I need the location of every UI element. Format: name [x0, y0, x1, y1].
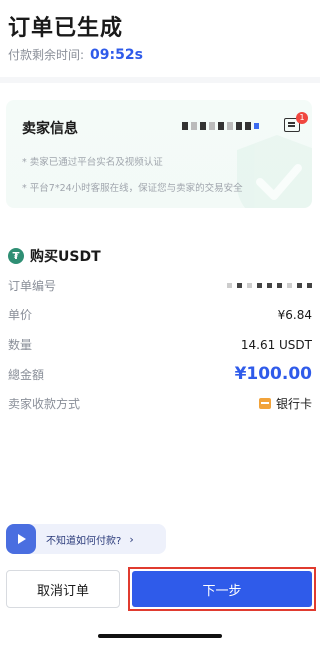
chat-badge: 1 [296, 112, 308, 124]
payment-method-label: 卖家收款方式 [8, 397, 81, 411]
timer-value: 09:52s [90, 46, 143, 63]
timer-label: 付款剩余时间: [8, 48, 85, 62]
order-number-masked[interactable] [227, 283, 312, 288]
seller-note: * 平台7*24小时客服在线，保证您与卖家的交易安全 [22, 183, 243, 194]
seller-note: * 卖家已通过平台实名及视频认证 [22, 157, 163, 168]
bank-card-icon [258, 398, 271, 409]
seller-name-masked [182, 122, 259, 130]
payment-help-text: 不知道如何付款? [46, 535, 122, 547]
section-divider [0, 77, 320, 83]
payment-help-button[interactable]: 不知道如何付款? › [6, 524, 166, 554]
price-row: 单价 ¥6.84 [8, 306, 312, 323]
order-title: 购买USDT [30, 249, 101, 265]
home-indicator [98, 634, 222, 638]
total-value: ¥100.00 [234, 364, 312, 384]
total-label: 總金額 [8, 367, 45, 382]
seller-info-card: 卖家信息 1 * 卖家已通过平台实名及视频认证 * 平台7*24小时客服在线，保… [6, 100, 312, 208]
next-step-button[interactable]: 下一步 [132, 571, 312, 607]
play-icon [6, 524, 36, 554]
chevron-right-icon: › [129, 532, 134, 546]
next-step-highlight: 下一步 [128, 567, 316, 611]
quantity-row: 数量 14.61 USDT [8, 336, 312, 353]
payment-method-text: 银行卡 [275, 397, 312, 411]
payment-method-row: 卖家收款方式 银行卡 [8, 395, 312, 412]
order-header: ₮ 购买USDT [8, 246, 101, 266]
cancel-order-button[interactable]: 取消订单 [6, 570, 120, 608]
payment-timer: 付款剩余时间: 09:52s [8, 46, 143, 63]
page-title: 订单已生成 [8, 16, 124, 41]
price-label: 单价 [8, 308, 33, 322]
order-number-row: 订单编号 [8, 277, 312, 294]
quantity-label: 数量 [8, 338, 33, 352]
quantity-value: 14.61 USDT [240, 337, 312, 352]
order-number-label: 订单编号 [8, 279, 57, 293]
price-value: ¥6.84 [277, 307, 312, 322]
tether-icon: ₮ [8, 248, 24, 264]
total-row: 總金額 ¥100.00 [8, 364, 312, 384]
seller-info-title: 卖家信息 [22, 121, 78, 137]
shield-icon [237, 135, 312, 208]
payment-method-value: 银行卡 [258, 395, 312, 412]
